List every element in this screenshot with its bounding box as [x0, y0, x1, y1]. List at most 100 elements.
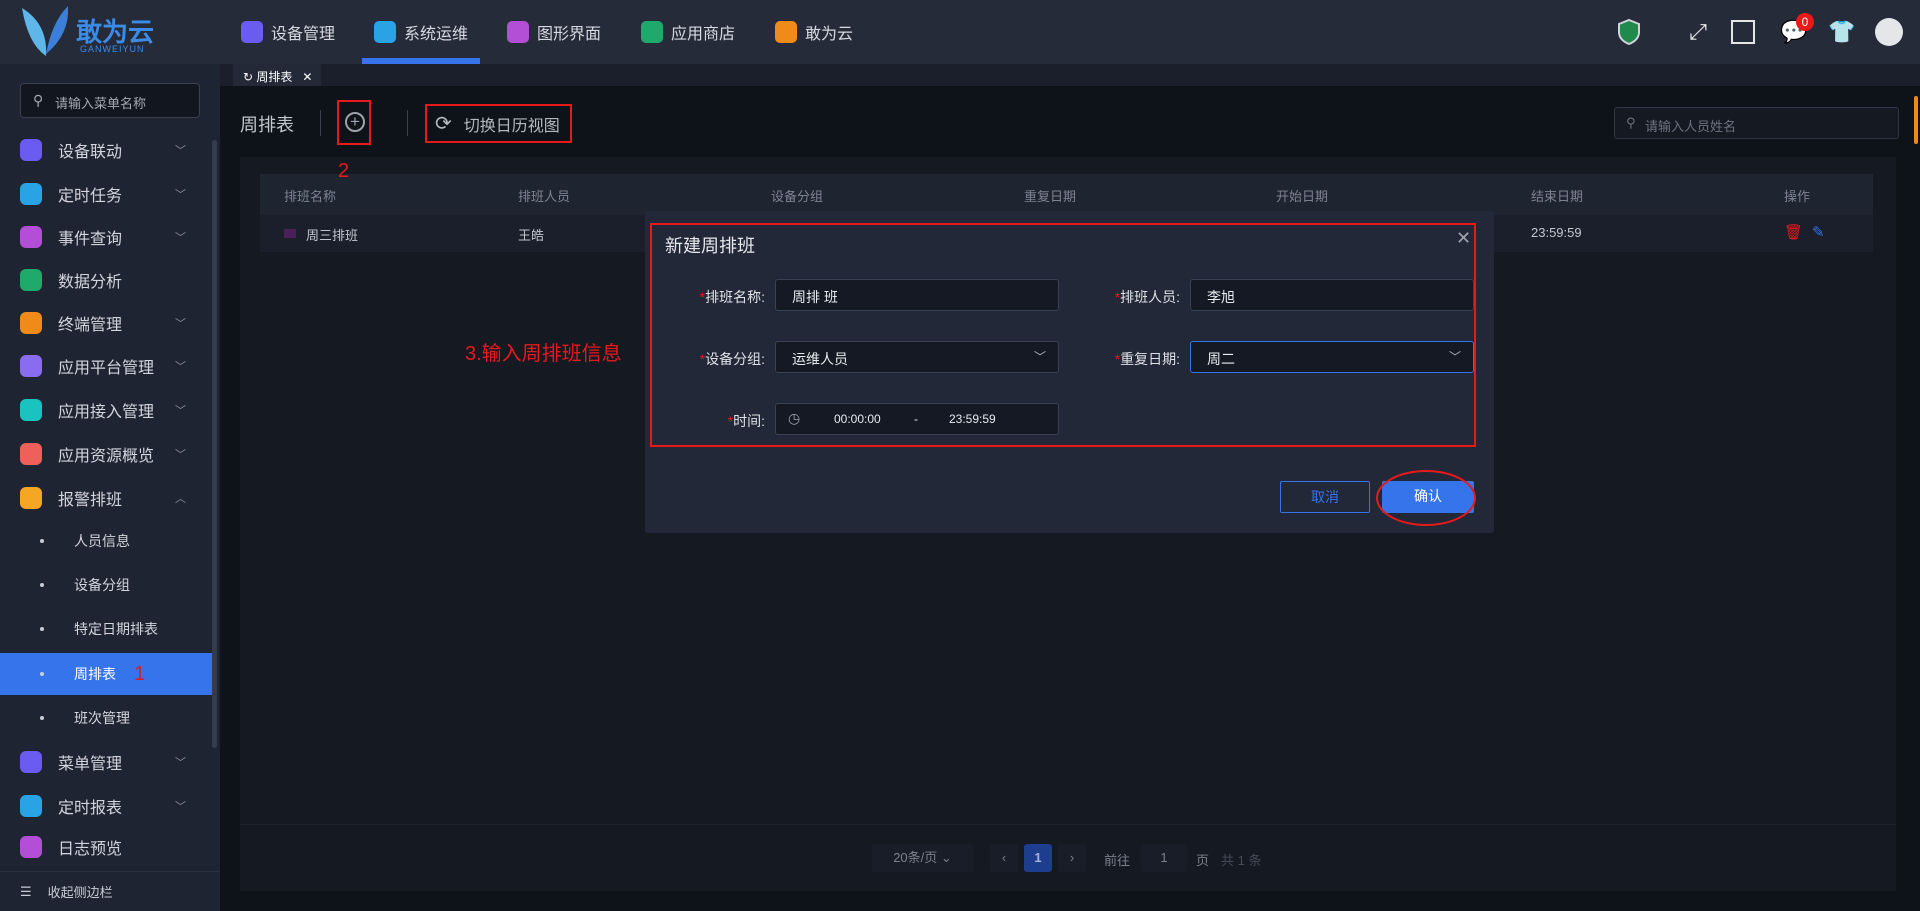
schedule-name-input[interactable]: 周排 班	[775, 279, 1059, 311]
sidebar-subitem[interactable]: 人员信息	[0, 520, 212, 562]
end-time[interactable]: 23:59:59	[949, 412, 996, 426]
sidebar-item-label: 报警排班	[58, 492, 123, 509]
select-value: 运维人员	[792, 351, 848, 367]
sidebar-item[interactable]: 应用平台管理 ﹀	[0, 346, 210, 386]
nav-system-ops[interactable]: 系统运维	[361, 0, 481, 64]
nav-device-management[interactable]: 设备管理	[241, 0, 335, 64]
bullet-icon	[40, 627, 44, 631]
menu-icon	[20, 399, 42, 421]
butterfly-icon	[775, 21, 797, 43]
goto-page-input[interactable]: 1	[1141, 844, 1187, 872]
sidebar-subitem[interactable]: 设备分组	[0, 564, 212, 606]
menu-search-input[interactable]: ⚲ 请输入菜单名称	[20, 83, 200, 118]
switch-calendar-view-button[interactable]: ⟳ 切换日历视图	[425, 104, 572, 143]
close-icon[interactable]: ✕	[1456, 228, 1471, 249]
sidebar-item[interactable]: 日志预览	[0, 827, 210, 867]
fullscreen-icon[interactable]: ⤢	[1684, 18, 1712, 46]
sidebar-subitem[interactable]: 周排表 1	[0, 653, 212, 695]
sidebar-item[interactable]: 终端管理 ﹀	[0, 303, 210, 343]
device-icon	[241, 21, 263, 43]
chevron-down-icon: ﹀	[1448, 350, 1461, 364]
chevron-down-icon: ﹀	[175, 449, 186, 461]
logo[interactable]: 敢为云 GANWEIYUN	[18, 4, 168, 60]
nav-graphics[interactable]: 图形界面	[507, 0, 601, 64]
sidebar-scrollbar[interactable]	[212, 140, 217, 748]
page-1-button[interactable]: 1	[1024, 844, 1052, 872]
repeat-label: *重复日期:	[1114, 351, 1180, 367]
chevron-down-icon: ﹀	[175, 361, 186, 373]
input-value: 李旭	[1207, 289, 1235, 305]
color-swatch	[284, 229, 296, 238]
clock-icon: ◷	[788, 410, 801, 426]
page-title: 周排表	[240, 115, 294, 135]
sidebar-item-label: 应用平台管理	[58, 360, 155, 377]
sidebar-subitem-label: 周排表	[74, 666, 116, 682]
chevron-down-icon: ﹀	[1033, 350, 1046, 364]
divider	[240, 824, 1896, 825]
divider	[407, 110, 408, 136]
sidebar-item[interactable]: 数据分析	[0, 260, 210, 300]
chevron-down-icon: ﹀	[175, 232, 186, 244]
sidebar-subitem-label: 人员信息	[74, 533, 130, 549]
monitor-icon	[507, 21, 529, 43]
skin-shirt-icon[interactable]: 👕	[1828, 18, 1856, 46]
next-page-button[interactable]: ›	[1058, 844, 1086, 872]
sidebar-item-label: 应用资源概览	[58, 448, 155, 465]
repeat-day-select[interactable]: 周二 ﹀	[1190, 341, 1474, 373]
chevron-down-icon: ﹀	[175, 189, 186, 201]
chevron-down-icon: ﹀	[175, 757, 186, 769]
sidebar-item[interactable]: 事件查询 ﹀	[0, 217, 210, 257]
chevron-down-icon: ﹀	[175, 405, 186, 417]
time-range-picker[interactable]: ◷ 00:00:00 - 23:59:59	[775, 403, 1059, 435]
time-separator: -	[914, 412, 918, 426]
tab-label: 周排表	[256, 70, 293, 84]
sidebar-item[interactable]: 应用资源概览 ﹀	[0, 434, 210, 474]
page-size-select[interactable]: 20条/页 ⌄	[872, 844, 973, 872]
sidebar-item-label: 日志预览	[58, 841, 123, 858]
menu-icon	[20, 795, 42, 817]
cancel-button[interactable]: 取消	[1280, 481, 1370, 513]
shield-icon[interactable]	[1615, 18, 1643, 46]
annotation-step1: 1	[134, 662, 146, 685]
person-search-input[interactable]: ⚲ 请输入人员姓名	[1614, 107, 1899, 139]
frame-icon[interactable]	[1731, 20, 1755, 44]
device-group-select[interactable]: 运维人员 ﹀	[775, 341, 1059, 373]
sidebar-item-label: 定时任务	[58, 188, 123, 205]
bullet-icon	[40, 583, 44, 587]
nav-ganweiyun[interactable]: 敢为云	[775, 0, 853, 64]
nav-label: 设备管理	[271, 26, 336, 43]
menu-icon	[20, 139, 42, 161]
close-icon[interactable]: ✕	[302, 70, 312, 84]
nav-app-store[interactable]: 应用商店	[641, 0, 735, 64]
add-button[interactable]: +	[337, 100, 371, 145]
sidebar-subitem-label: 特定日期排表	[74, 621, 158, 637]
start-time[interactable]: 00:00:00	[834, 412, 881, 426]
store-icon	[641, 21, 663, 43]
sidebar-item[interactable]: 菜单管理 ﹀	[0, 742, 210, 782]
delete-icon[interactable]: 🗑	[1784, 223, 1803, 241]
sidebar-subitem[interactable]: 班次管理	[0, 697, 212, 739]
sidebar-subitem[interactable]: 特定日期排表	[0, 608, 212, 650]
sidebar-item[interactable]: 报警排班 ︿	[0, 478, 210, 518]
nav-label: 敢为云	[805, 26, 854, 43]
sidebar-item[interactable]: 应用接入管理 ﹀	[0, 390, 210, 430]
total-count: 共 1 条	[1221, 853, 1262, 868]
edit-icon[interactable]: ✎	[1812, 223, 1825, 241]
chevron-down-icon: ﹀	[175, 801, 186, 813]
divider	[320, 110, 321, 136]
schedule-person-input[interactable]: 李旭	[1190, 279, 1474, 311]
page-scrollbar[interactable]	[1914, 96, 1918, 144]
notification-badge: 0	[1796, 13, 1814, 31]
name-label: *排班名称:	[699, 289, 765, 305]
sidebar-item[interactable]: 定时报表 ﹀	[0, 786, 210, 826]
sidebar-item[interactable]: 设备联动 ﹀	[0, 130, 210, 170]
tab-bar: ↻ 周排表 ✕	[220, 64, 1920, 86]
annotation-step2: 2	[338, 160, 350, 182]
prev-page-button[interactable]: ‹	[990, 844, 1018, 872]
tab-weekly-schedule[interactable]: ↻ 周排表 ✕	[233, 64, 321, 86]
avatar[interactable]	[1875, 18, 1903, 46]
collapse-sidebar-button[interactable]: ☰ 收起侧边栏	[0, 871, 220, 911]
sidebar-item[interactable]: 定时任务 ﹀	[0, 174, 210, 214]
menu-icon	[20, 226, 42, 248]
page-suffix: 页	[1196, 853, 1210, 868]
